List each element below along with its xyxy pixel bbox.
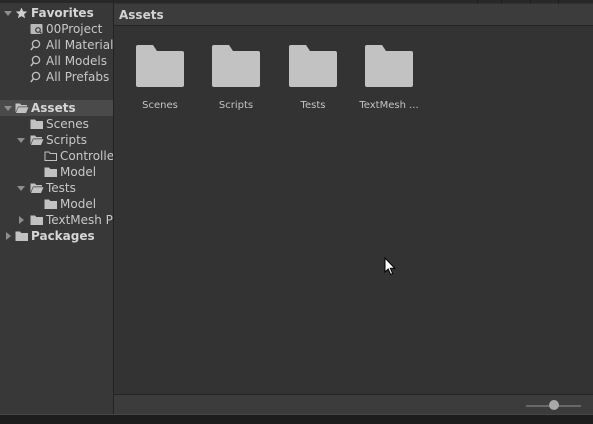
open-folder-icon	[15, 102, 29, 114]
folder-icon	[30, 214, 44, 226]
asset-tile-label: TextMesh ...	[359, 100, 419, 111]
expand-arrow-icon[interactable]	[3, 8, 13, 18]
asset-tile-label: Scenes	[142, 100, 178, 111]
saved-search-icon	[30, 23, 44, 35]
tree-item-assets[interactable]: Assets	[0, 100, 113, 116]
tree-label: Assets	[31, 101, 76, 115]
tree-item-scripts-model[interactable]: Model	[0, 164, 113, 180]
collapse-arrow-icon[interactable]	[3, 231, 13, 241]
tree-item-favorites[interactable]: Favorites	[0, 5, 113, 21]
tree-label: All Materials	[46, 38, 114, 52]
folder-icon	[365, 45, 413, 87]
tree-label: Controlle	[60, 149, 114, 163]
tree-item-scripts[interactable]: Scripts	[0, 132, 113, 148]
expand-arrow-icon[interactable]	[16, 183, 26, 193]
asset-tile-scripts[interactable]: Scripts	[206, 45, 266, 120]
tree-top-border	[0, 0, 113, 3]
collapse-arrow-icon[interactable]	[16, 215, 26, 225]
tree-item-tests-model[interactable]: Model	[0, 196, 113, 212]
tree-label: TextMesh P	[46, 213, 113, 227]
asset-tile-scenes[interactable]: Scenes	[130, 45, 190, 120]
asset-tile-textmesh-pro[interactable]: TextMesh ...	[359, 45, 419, 120]
asset-browser-panel: Assets Scenes Scripts Tests TextMesh ...	[114, 0, 593, 415]
folder-icon	[136, 45, 184, 87]
tree-item-scenes[interactable]: Scenes	[0, 116, 113, 132]
tree-item-all-materials[interactable]: All Materials	[0, 37, 113, 53]
star-icon	[15, 7, 29, 19]
panel-top-border	[114, 0, 593, 3]
asset-tile-label: Scripts	[218, 100, 254, 111]
tree-label: Tests	[46, 181, 76, 195]
tree-label: Model	[60, 197, 97, 211]
breadcrumb: Assets	[114, 4, 593, 26]
tree-label: Scripts	[46, 133, 88, 147]
tree-item-textmesh-pro[interactable]: TextMesh P	[0, 212, 113, 228]
search-icon	[30, 55, 44, 67]
tree-item-controllers[interactable]: Controlle	[0, 148, 113, 164]
tree-label: Scenes	[46, 117, 89, 131]
open-folder-icon	[30, 134, 44, 146]
folder-icon	[44, 198, 58, 210]
expand-arrow-icon[interactable]	[3, 103, 13, 113]
expand-arrow-icon[interactable]	[16, 135, 26, 145]
tree-label: Packages	[31, 229, 95, 243]
tree-label: All Models	[46, 54, 107, 68]
folder-icon	[15, 230, 29, 242]
zoom-slider-thumb[interactable]	[548, 400, 559, 410]
asset-tile-tests[interactable]: Tests	[283, 45, 343, 120]
tree-item-00project[interactable]: 00Project	[0, 21, 113, 37]
asset-tile-label: Tests	[300, 100, 326, 111]
folder-icon	[289, 45, 337, 87]
open-folder-icon	[30, 182, 44, 194]
folder-icon	[30, 118, 44, 130]
empty-folder-icon	[44, 150, 58, 162]
tree-label: 00Project	[46, 22, 103, 36]
tree-label: Favorites	[31, 6, 94, 20]
folder-icon	[44, 166, 58, 178]
tree-item-packages[interactable]: Packages	[0, 228, 113, 244]
folder-icon	[212, 45, 260, 87]
tree-item-tests[interactable]: Tests	[0, 180, 113, 196]
search-icon	[30, 71, 44, 83]
bottom-status-bar	[114, 394, 593, 415]
tree-item-all-models[interactable]: All Models	[0, 53, 113, 69]
tree-label: Model	[60, 165, 97, 179]
tree-label: All Prefabs	[46, 70, 110, 84]
tree-item-all-prefabs[interactable]: All Prefabs	[0, 69, 113, 85]
mouse-cursor-icon	[384, 256, 396, 276]
breadcrumb-item-assets[interactable]: Assets	[119, 8, 164, 22]
project-tree-panel: Favorites 00Project All Materials All Mo…	[0, 0, 114, 414]
search-icon	[30, 39, 44, 51]
